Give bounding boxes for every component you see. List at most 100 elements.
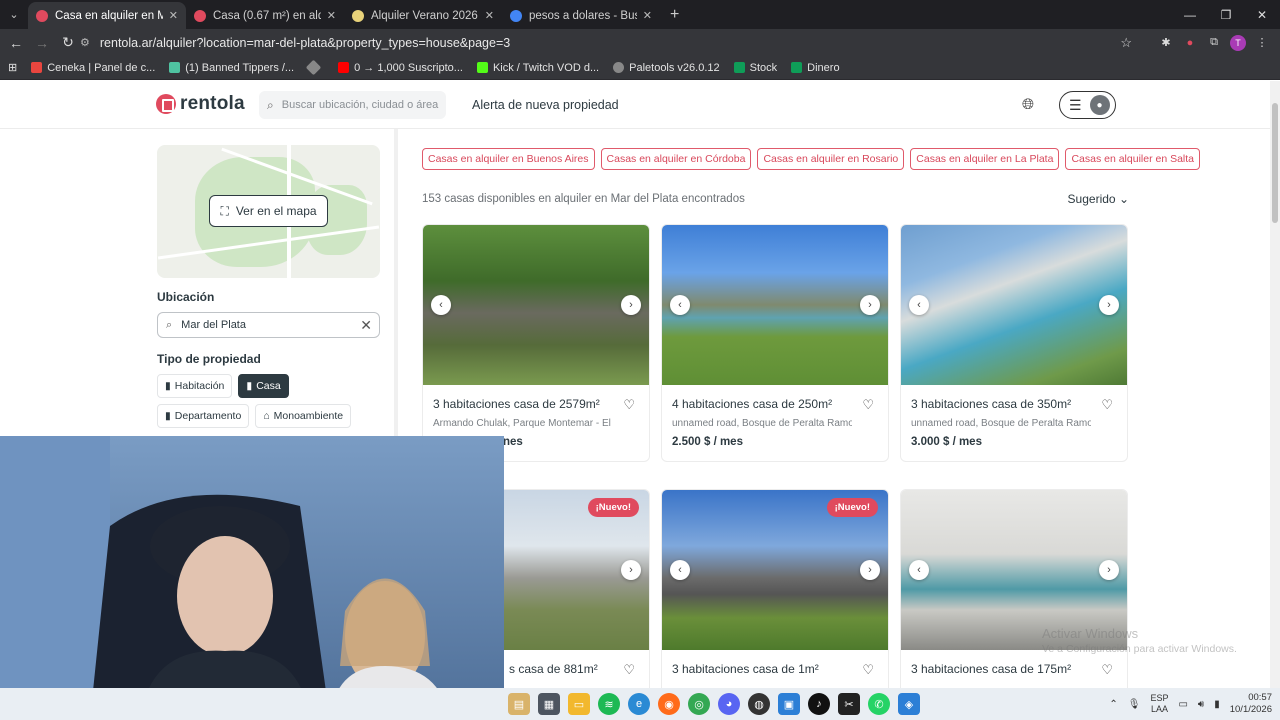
back-icon[interactable]: ← bbox=[4, 31, 28, 55]
close-icon[interactable]: ✕ bbox=[327, 9, 336, 22]
app-icon[interactable]: ▣ bbox=[778, 693, 800, 715]
next-photo-icon[interactable]: › bbox=[860, 295, 880, 315]
app-icon-2[interactable]: ◈ bbox=[898, 693, 920, 715]
city-link-rosario[interactable]: Casas en alquiler en Rosario bbox=[757, 148, 905, 170]
bookmark-7[interactable]: Dinero bbox=[791, 62, 840, 74]
listing-title[interactable]: 3 habitaciones casa de 175m² bbox=[911, 662, 1071, 676]
tab-3[interactable]: pesos a dolares - Buscar con G ✕ bbox=[502, 2, 660, 29]
restore-icon[interactable]: ❐ bbox=[1208, 0, 1244, 29]
puzzle-icon[interactable]: ⧉ bbox=[1206, 35, 1222, 51]
tab-2[interactable]: Alquiler Verano 2026 - Departa ✕ bbox=[344, 2, 502, 29]
city-link-salta[interactable]: Casas en alquiler en Salta bbox=[1065, 148, 1201, 170]
extension-icon[interactable]: ✱ bbox=[1158, 35, 1174, 51]
sort-dropdown[interactable]: Sugerido ⌄ bbox=[1068, 192, 1129, 206]
close-window-icon[interactable]: ✕ bbox=[1244, 0, 1280, 29]
prev-photo-icon[interactable]: ‹ bbox=[670, 560, 690, 580]
bookmark-2[interactable] bbox=[305, 59, 324, 76]
location-input[interactable]: ⌕ Mar del Plata ✕ bbox=[157, 312, 380, 338]
globe-icon[interactable]: 🌐︎ bbox=[1022, 96, 1034, 113]
monitor-icon[interactable]: ▭ bbox=[1178, 699, 1187, 710]
profile-avatar[interactable]: T bbox=[1230, 34, 1246, 51]
prev-photo-icon[interactable]: ‹ bbox=[431, 295, 451, 315]
listing-card[interactable]: ‹ › 3 habitaciones casa de 175m² ♡ bbox=[900, 489, 1128, 688]
discord-icon[interactable]: ◕ bbox=[718, 693, 740, 715]
folder-icon[interactable]: ▭ bbox=[568, 693, 590, 715]
listing-card[interactable]: ‹ › 4 habitaciones casa de 250m² ♡ unnam… bbox=[661, 224, 889, 462]
favorite-heart-icon[interactable]: ♡ bbox=[623, 397, 635, 413]
tiktok-icon[interactable]: ♪ bbox=[808, 693, 830, 715]
forward-icon[interactable]: → bbox=[30, 31, 54, 55]
listing-photo[interactable]: ‹ › bbox=[901, 225, 1127, 385]
rentola-logo[interactable]: rentola bbox=[156, 93, 245, 115]
next-photo-icon[interactable]: › bbox=[1099, 295, 1119, 315]
next-photo-icon[interactable]: › bbox=[860, 560, 880, 580]
listing-card[interactable]: ‹ › 3 habitaciones casa de 2579m² ♡ Arma… bbox=[422, 224, 650, 462]
bookmark-6[interactable]: Stock bbox=[733, 62, 777, 74]
favorite-heart-icon[interactable]: ♡ bbox=[1101, 397, 1113, 413]
capcut-icon[interactable]: ✂ bbox=[838, 693, 860, 715]
task-view-icon[interactable]: ▦ bbox=[538, 693, 560, 715]
apps-grid-icon[interactable]: ⊞ bbox=[8, 61, 17, 74]
type-chip-casa[interactable]: ▮ Casa bbox=[238, 374, 289, 398]
battery-icon[interactable]: ▮ bbox=[1214, 699, 1220, 710]
microphone-icon[interactable]: 🎙︎ bbox=[1128, 699, 1141, 710]
favorite-heart-icon[interactable]: ♡ bbox=[862, 662, 874, 678]
volume-icon[interactable]: 🔊︎ bbox=[1198, 699, 1204, 710]
close-icon[interactable]: ✕ bbox=[169, 9, 178, 22]
listing-photo[interactable]: ¡Nuevo! ‹ › bbox=[662, 490, 888, 650]
favorite-heart-icon[interactable]: ♡ bbox=[862, 397, 874, 413]
prev-photo-icon[interactable]: ‹ bbox=[909, 295, 929, 315]
bookmark-5[interactable]: Paletools v26.0.12 bbox=[613, 62, 720, 74]
new-tab-button[interactable]: + bbox=[660, 6, 689, 29]
listing-title[interactable]: s casa de 881m² bbox=[509, 662, 598, 676]
new-property-alert-link[interactable]: Alerta de nueva propiedad bbox=[472, 98, 619, 112]
site-info-icon[interactable]: ⚙ bbox=[80, 36, 90, 49]
listing-card[interactable]: ‹ › 3 habitaciones casa de 350m² ♡ unnam… bbox=[900, 224, 1128, 462]
obs-icon[interactable]: ◍ bbox=[748, 693, 770, 715]
close-icon[interactable]: ✕ bbox=[643, 9, 652, 22]
city-link-la-plata[interactable]: Casas en alquiler en La Plata bbox=[910, 148, 1060, 170]
firefox-icon[interactable]: ◉ bbox=[658, 693, 680, 715]
city-link-cordoba[interactable]: Casas en alquiler en Córdoba bbox=[600, 148, 752, 170]
bookmark-3[interactable]: 0 → 1,000 Suscripto... bbox=[338, 62, 463, 74]
type-chip-habitacion[interactable]: ▮ Habitación bbox=[157, 374, 233, 398]
favorite-heart-icon[interactable]: ♡ bbox=[623, 662, 635, 678]
page-scrollbar[interactable] bbox=[1270, 81, 1280, 688]
listing-title[interactable]: 4 habitaciones casa de 250m² bbox=[672, 397, 832, 411]
bookmark-star-icon[interactable]: ☆ bbox=[1120, 35, 1132, 51]
listing-title[interactable]: 3 habitaciones casa de 350m² bbox=[911, 397, 1071, 411]
url-text[interactable]: rentola.ar/alquiler?location=mar-del-pla… bbox=[100, 36, 510, 50]
listing-title[interactable]: 3 habitaciones casa de 2579m² bbox=[433, 397, 600, 411]
clock[interactable]: 00:57 10/1/2026 bbox=[1230, 692, 1272, 716]
language-indicator[interactable]: ESP LAA bbox=[1150, 693, 1168, 715]
location-search-input[interactable]: ⌕ Buscar ubicación, ciudad o área bbox=[259, 91, 446, 119]
chrome-icon[interactable]: ◎ bbox=[688, 693, 710, 715]
type-chip-departamento[interactable]: ▮ Departamento bbox=[157, 404, 250, 428]
view-on-map-button[interactable]: ⛶ Ver en el mapa bbox=[209, 195, 328, 227]
listing-card[interactable]: ¡Nuevo! ‹ › 3 habitaciones casa de 1m² ♡ bbox=[661, 489, 889, 688]
extension-icon[interactable]: ● bbox=[1182, 35, 1198, 51]
next-photo-icon[interactable]: › bbox=[621, 295, 641, 315]
listing-title[interactable]: 3 habitaciones casa de 1m² bbox=[672, 662, 819, 676]
close-icon[interactable]: ✕ bbox=[485, 9, 494, 22]
chevron-up-icon[interactable]: ⌃ bbox=[1109, 699, 1117, 710]
favorite-heart-icon[interactable]: ♡ bbox=[1101, 662, 1113, 678]
tab-1[interactable]: Casa (0.67 m²) en alquiler en M ✕ bbox=[186, 2, 344, 29]
prev-photo-icon[interactable]: ‹ bbox=[909, 560, 929, 580]
file-explorer-icon[interactable]: ▤ bbox=[508, 693, 530, 715]
listing-photo[interactable]: ‹ › bbox=[423, 225, 649, 385]
clear-icon[interactable]: ✕ bbox=[360, 317, 372, 334]
bookmark-4[interactable]: Kick / Twitch VOD d... bbox=[476, 62, 599, 74]
next-photo-icon[interactable]: › bbox=[621, 560, 641, 580]
type-chip-monoambiente[interactable]: ⌂ Monoambiente bbox=[255, 404, 352, 428]
bookmark-1[interactable]: (1) Banned Tippers /... bbox=[169, 62, 294, 74]
next-photo-icon[interactable]: › bbox=[1099, 560, 1119, 580]
map-preview[interactable]: ⛶ Ver en el mapa bbox=[157, 145, 380, 278]
tab-0[interactable]: Casa en alquiler en Mar del Plata ✕ bbox=[28, 2, 186, 29]
edge-icon[interactable]: e bbox=[628, 693, 650, 715]
listing-photo[interactable]: ‹ › bbox=[662, 225, 888, 385]
whatsapp-icon[interactable]: ✆ bbox=[868, 693, 890, 715]
kebab-menu-icon[interactable]: ⋮ bbox=[1254, 35, 1270, 51]
bookmark-0[interactable]: Ceneka | Panel de c... bbox=[31, 62, 155, 74]
tab-search-icon[interactable]: ⌄ bbox=[0, 0, 28, 29]
